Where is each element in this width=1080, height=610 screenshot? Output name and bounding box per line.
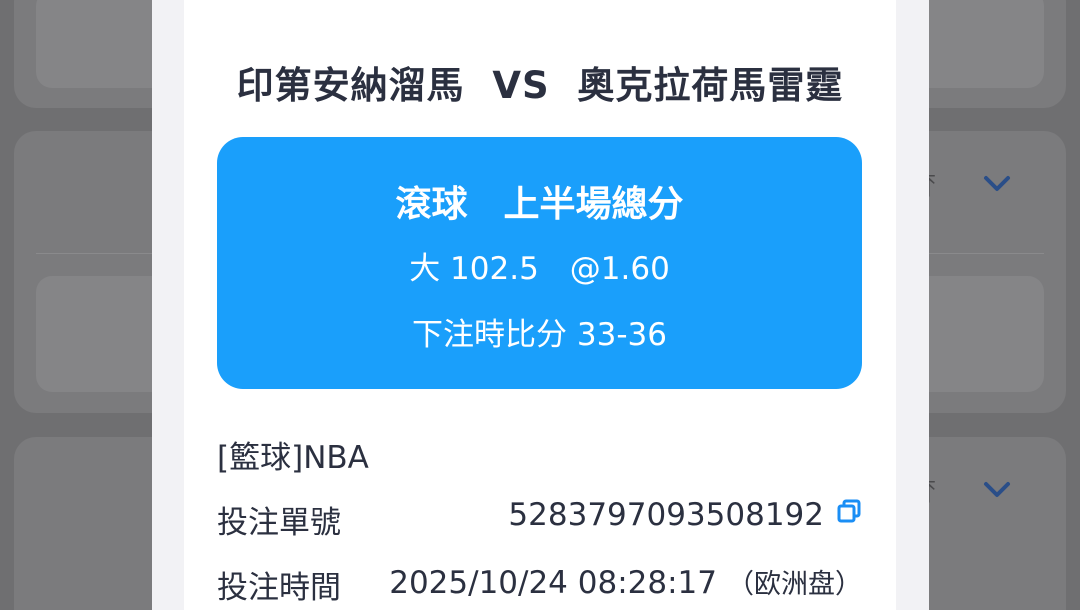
home-team: 印第安納溜馬 [236,64,465,107]
copy-icon[interactable] [836,496,862,532]
bet-time-value: 2025/10/24 08:28:17 [389,565,717,601]
bet-pick-label: 大 102.5 @1.60 [409,251,670,287]
bet-detail-modal: 印第安納溜馬 VS 奧克拉荷馬雷霆 滾球 上半場總分 大 102.5 @1.60… [184,0,896,610]
away-team: 奧克拉荷馬雷霆 [577,64,844,107]
order-number-label: 投注單號 [217,505,341,541]
bet-summary-box: 滾球 上半場總分 大 102.5 @1.60 下注時比分 33-36 [217,137,862,389]
bet-time-value-group: 2025/10/24 08:28:17 （欧洲盘） [389,562,862,601]
chevron-down-icon[interactable] [982,168,1012,204]
league-label: [籃球]NBA [217,440,369,476]
vs-label: VS [492,64,550,107]
chevron-down-icon[interactable] [982,474,1012,510]
market-type-note: （欧洲盘） [727,569,862,600]
match-title: 印第安納溜馬 VS 奧克拉荷馬雷霆 [184,55,896,109]
order-number-value: 5283797093508192 [508,497,824,533]
bet-score-label: 下注時比分 33-36 [412,317,667,353]
order-number-value-group: 5283797093508192 [508,497,862,533]
bet-time-label: 投注時間 [217,570,341,606]
bet-type-label: 滾球 上半場總分 [395,184,684,225]
